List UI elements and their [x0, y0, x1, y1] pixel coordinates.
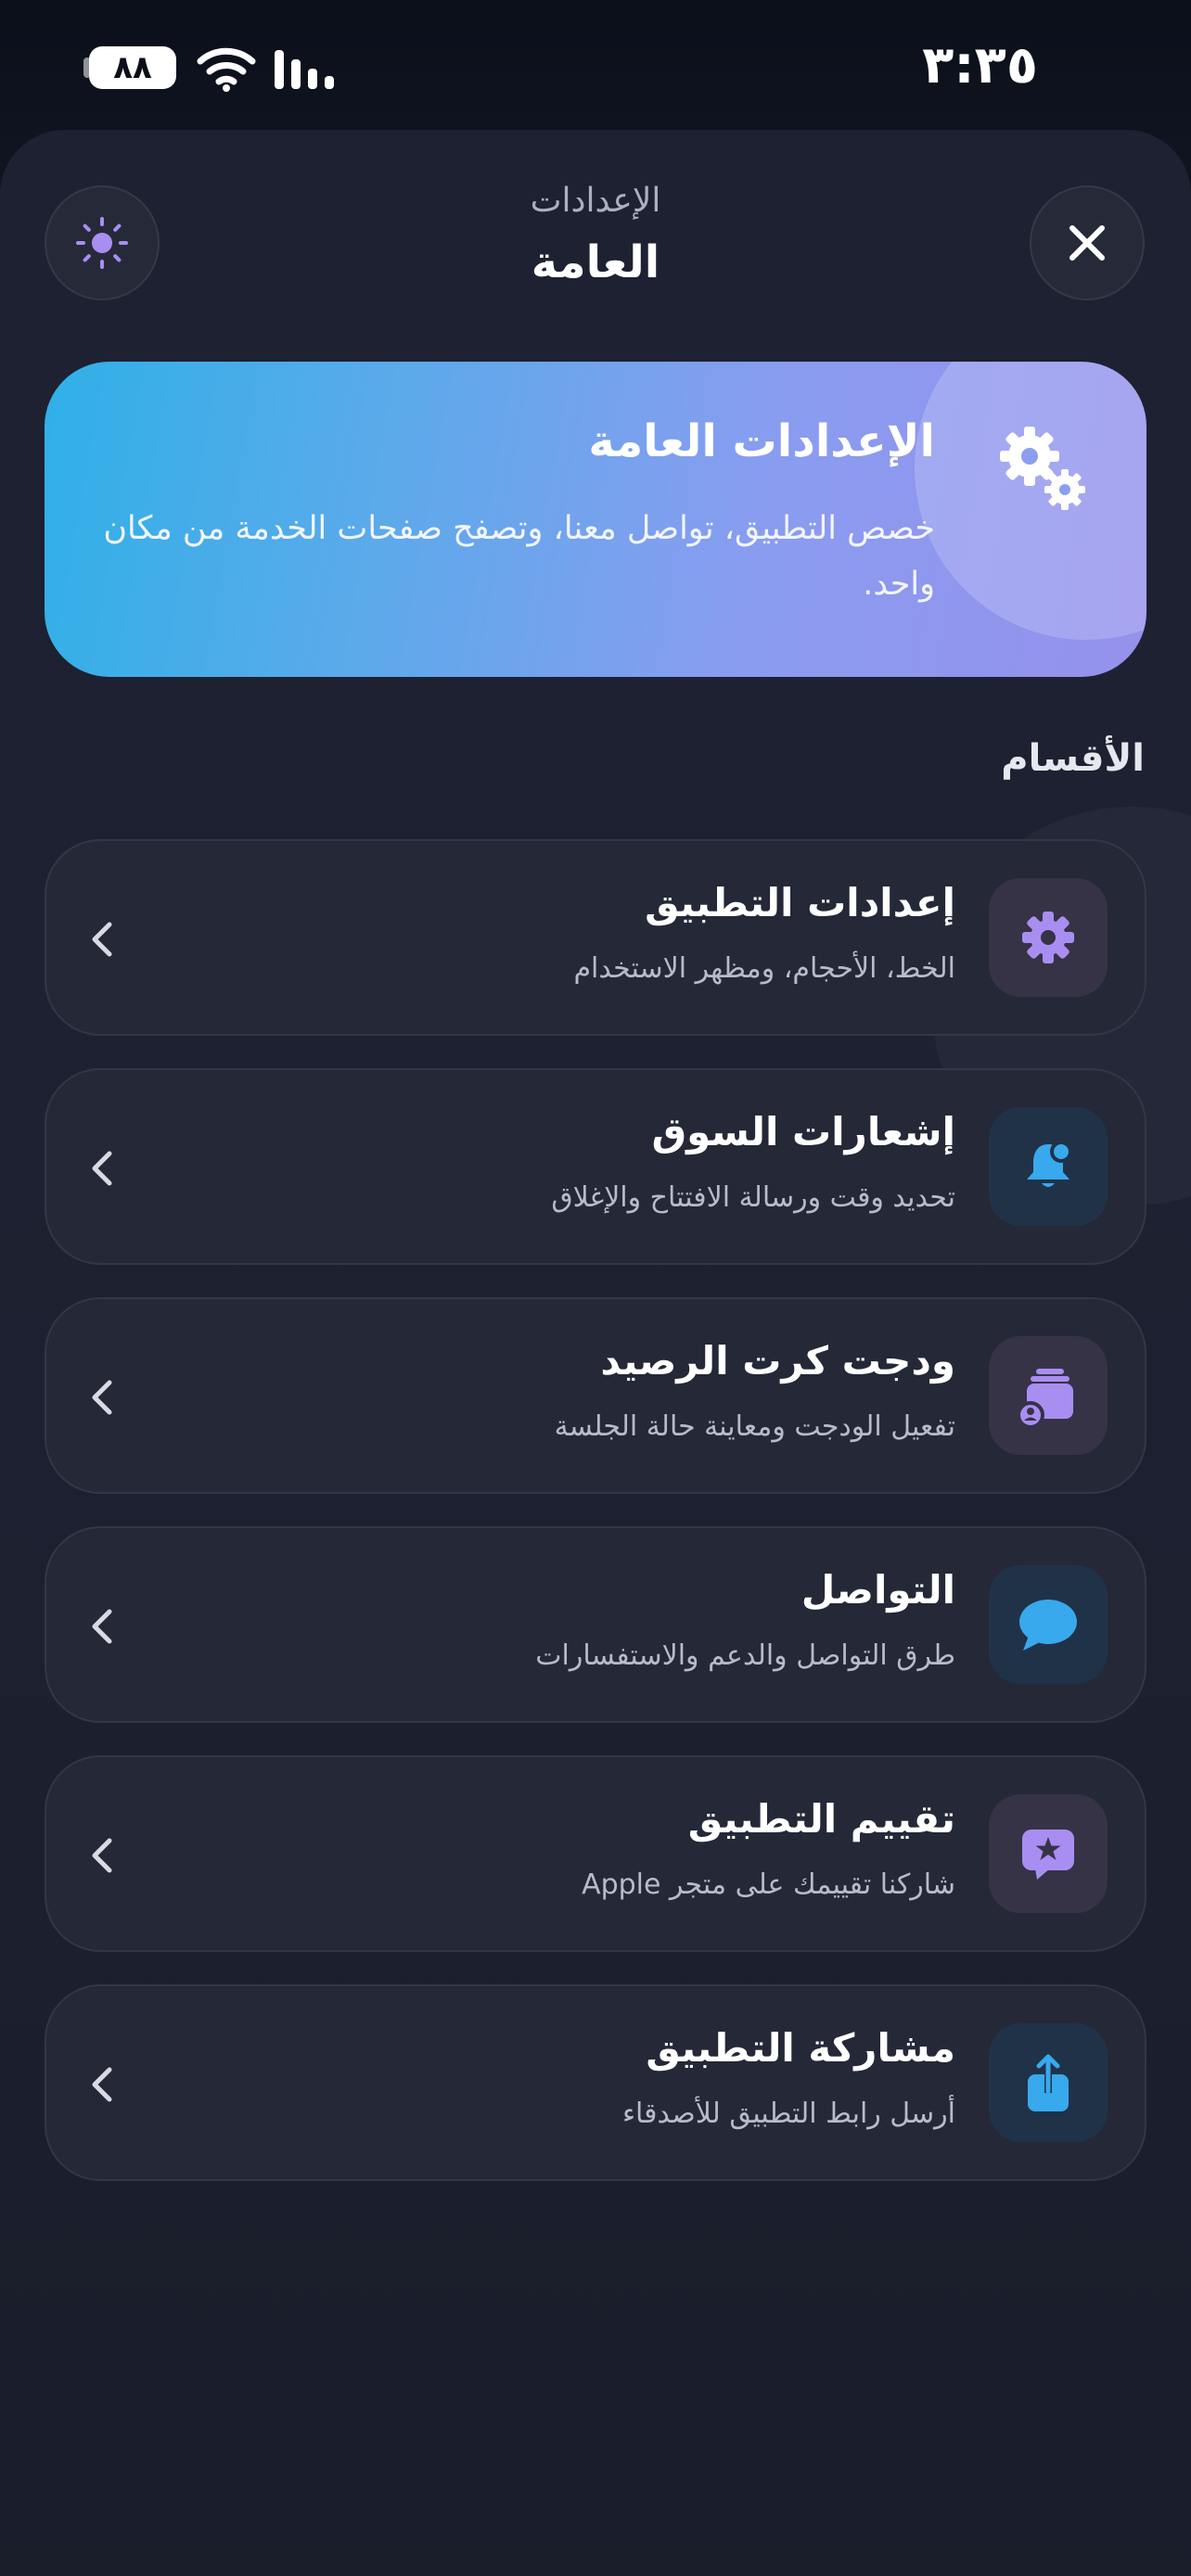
card-stack-icon: [1017, 1369, 1073, 1428]
row-title: التواصل: [800, 1567, 955, 1613]
row-subtitle: أرسل رابط التطبيق للأصدقاء: [621, 2098, 955, 2130]
gears-icon: [1000, 427, 1085, 510]
wifi-icon: [197, 47, 256, 92]
row-subtitle: طرق التواصل والدعم والاستفسارات: [535, 1639, 955, 1672]
row-title: مشاركة التطبيق: [646, 2025, 955, 2071]
chevron-left-icon: [92, 1380, 112, 1415]
chevron-left-icon: [92, 1609, 112, 1644]
row-icon-container: [989, 2023, 1108, 2142]
row-title: إعدادات التطبيق: [645, 880, 955, 925]
row-icon-container: [989, 1107, 1108, 1226]
list-item-app-settings[interactable]: إعدادات التطبيق الخط، الأحجام، ومظهر الا…: [45, 839, 1146, 1036]
row-title: ودجت كرت الرصيد: [600, 1338, 955, 1384]
chevron-left-icon: [92, 2067, 112, 2102]
hero-description: خصص التطبيق، تواصل معنا، وتصفح صفحات الخ…: [103, 510, 935, 603]
page-title: العامة: [531, 236, 660, 288]
battery-tip: [83, 57, 91, 78]
list-item-contact[interactable]: التواصل طرق التواصل والدعم والاستفسارات: [45, 1526, 1146, 1723]
list-item-balance-widget[interactable]: ودجت كرت الرصيد تفعيل الودجت ومعاينة حال…: [45, 1297, 1146, 1494]
chevron-left-icon: [92, 1151, 112, 1186]
row-icon-container: [989, 1794, 1108, 1913]
gear-icon: [1022, 912, 1074, 963]
row-subtitle: شاركنا تقييمك على متجر Apple: [582, 1868, 955, 1901]
battery-indicator: ٨٨: [89, 46, 176, 89]
battery-level: ٨٨: [113, 49, 152, 86]
chat-bubble-icon: [1019, 1600, 1077, 1651]
row-icon-container: [989, 878, 1108, 997]
chevron-left-icon: [92, 1838, 112, 1873]
close-icon: [1069, 225, 1105, 261]
row-icon-container: [989, 1565, 1108, 1684]
hero-title: الإعدادات العامة: [588, 415, 935, 467]
bell-icon: [1027, 1141, 1072, 1187]
sections-heading: الأقسام: [1001, 737, 1145, 780]
row-subtitle: تفعيل الودجت ومعاينة حالة الجلسة: [554, 1410, 955, 1443]
row-title: تقييم التطبيق: [687, 1796, 955, 1842]
status-bar: ٨٨ ٣:٣٥: [0, 0, 1191, 139]
chevron-left-icon: [92, 922, 112, 957]
hero-card: الإعدادات العامة خصص التطبيق، تواصل معنا…: [45, 362, 1146, 677]
signal-icon: [275, 50, 334, 89]
list-item-market-notifications[interactable]: إشعارات السوق تحديد وقت ورسالة الافتتاح …: [45, 1068, 1146, 1265]
settings-screen: ٨٨ ٣:٣٥ الإعدادات العامة الإعدادات العام…: [0, 0, 1191, 2576]
row-icon-container: [989, 1336, 1108, 1455]
row-title: إشعارات السوق: [651, 1109, 955, 1154]
status-time: ٣:٣٥: [922, 35, 1038, 96]
row-subtitle: تحديد وقت ورسالة الافتتاح والإغلاق: [551, 1181, 955, 1214]
list-item-rate-app[interactable]: تقييم التطبيق شاركنا تقييمك على متجر App…: [45, 1755, 1146, 1952]
row-subtitle: الخط، الأحجام، ومظهر الاستخدام: [573, 952, 955, 985]
list-item-share-app[interactable]: مشاركة التطبيق أرسل رابط التطبيق للأصدقا…: [45, 1984, 1146, 2181]
star-bubble-icon: [1022, 1830, 1074, 1880]
share-icon: [1028, 2054, 1069, 2111]
close-button[interactable]: [1030, 185, 1145, 300]
header-subtitle: الإعدادات: [530, 182, 661, 220]
